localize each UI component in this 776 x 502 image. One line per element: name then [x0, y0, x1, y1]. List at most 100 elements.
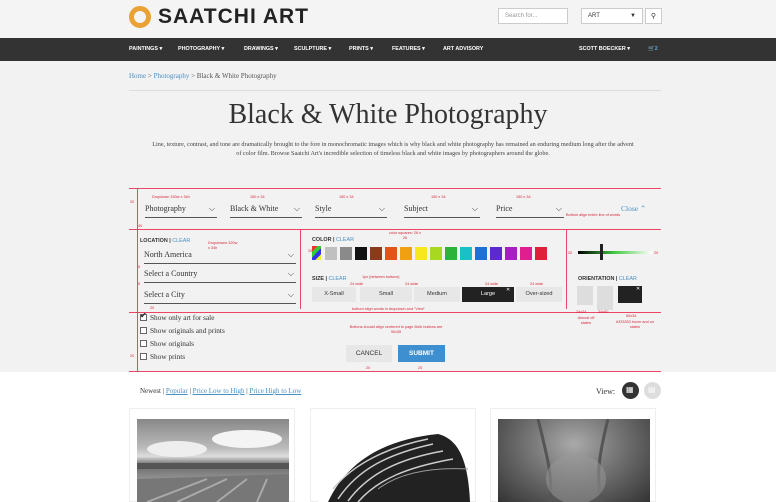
spec-line	[137, 188, 138, 372]
checkbox-prints[interactable]: Show prints	[140, 352, 185, 361]
logo[interactable]: SAATCHI ART	[129, 5, 309, 29]
cart-link[interactable]: 🛒2	[648, 46, 658, 52]
size-xsmall-button[interactable]: X-Small	[312, 287, 356, 302]
size-oversized-button[interactable]: Over-sized	[516, 287, 562, 302]
size-medium-button[interactable]: Medium	[414, 287, 460, 302]
spec-annotation: 20	[150, 306, 155, 310]
color-multi-swatch[interactable]	[312, 246, 321, 260]
chevron-down-icon: ▼	[630, 13, 636, 19]
color-swatch[interactable]	[340, 247, 352, 260]
cart-icon: 🛒	[648, 46, 655, 52]
dropdown-city[interactable]: Select a City ⌵	[144, 290, 296, 304]
checkbox-originals[interactable]: Show originals	[140, 339, 194, 348]
sort-price-low-high[interactable]: Price Low to High	[193, 387, 245, 395]
breadcrumb-sep: >	[147, 72, 152, 80]
location-clear-link[interactable]: CLEAR	[172, 238, 190, 244]
orientation-clear-link[interactable]: CLEAR	[619, 276, 637, 282]
category-select[interactable]: ART ▼	[581, 8, 643, 24]
spec-annotation: 24 wide	[485, 282, 499, 286]
search-button[interactable]: ⚲	[645, 8, 662, 24]
nav-features[interactable]: FEATURES ▾	[392, 46, 425, 52]
spec-annotation: 150 x 34	[431, 195, 446, 199]
spec-annotation: Dropdowns 320w x 34h	[208, 241, 238, 250]
color-swatch[interactable]	[325, 247, 337, 260]
artwork-image-field[interactable]	[137, 419, 289, 502]
color-swatch[interactable]	[400, 247, 412, 260]
page-intro: Line, texture, contrast, and tone are dr…	[152, 141, 634, 157]
breadcrumb-sep: >	[191, 72, 196, 80]
list-icon: ▤	[648, 385, 656, 394]
spec-annotation: 20	[568, 251, 573, 255]
nav-sculpture[interactable]: SCULPTURE ▾	[294, 46, 331, 52]
color-swatch[interactable]	[370, 247, 382, 260]
color-swatch[interactable]	[385, 247, 397, 260]
color-swatch[interactable]	[475, 247, 487, 260]
color-swatch[interactable]	[415, 247, 427, 260]
page-title: Black & White Photography	[228, 99, 548, 130]
submit-button[interactable]: SUBMIT	[398, 345, 445, 362]
checkbox-icon	[140, 340, 147, 347]
spec-annotation: 20	[654, 251, 659, 255]
orientation-portrait-button[interactable]	[597, 286, 613, 310]
sort-newest[interactable]: Newest	[140, 387, 161, 395]
view-label: View:	[596, 387, 616, 396]
size-clear-link[interactable]: CLEAR	[329, 276, 347, 282]
chevron-down-icon: ⌵	[378, 204, 385, 213]
checkbox-icon	[140, 353, 147, 360]
grid-view-button[interactable]: ▦	[622, 382, 639, 399]
checkbox-for-sale[interactable]: Show only art for sale	[140, 311, 214, 322]
color-swatch[interactable]	[520, 247, 532, 260]
close-filters-link[interactable]: Close ⌃	[621, 204, 646, 213]
color-swatch[interactable]	[445, 247, 457, 260]
nav-art-advisory[interactable]: ART ADVISORY	[443, 46, 483, 52]
color-clear-link[interactable]: CLEAR	[336, 237, 354, 243]
remove-orientation-icon[interactable]: ✕	[636, 286, 640, 292]
artwork-image-field-graphic	[137, 430, 289, 502]
spec-annotation: 24 wide	[530, 282, 544, 286]
dropdown-medium[interactable]: Photography ⌵	[145, 204, 217, 218]
checkbox-originals-prints[interactable]: Show originals and prints	[140, 326, 225, 335]
artwork-image-horse-graphic	[328, 434, 470, 502]
nav-drawings[interactable]: DRAWINGS ▾	[244, 46, 278, 52]
spec-annotation: 150 x 34	[339, 195, 354, 199]
color-swatch[interactable]	[355, 247, 367, 260]
spec-annotation: 40	[138, 224, 143, 228]
dropdown-style[interactable]: Style ⌵	[315, 204, 387, 218]
dropdown-subject[interactable]: Subject ⌵	[404, 204, 480, 218]
size-small-button[interactable]: Small	[360, 287, 412, 302]
dropdown-color-type[interactable]: Black & White ⌵	[230, 204, 302, 218]
color-swatch[interactable]	[490, 247, 502, 260]
artwork-image-figure[interactable]	[498, 419, 650, 502]
cancel-button[interactable]: CANCEL	[346, 345, 392, 362]
cart-count: 2	[654, 46, 658, 52]
breadcrumb-home[interactable]: Home	[129, 72, 146, 80]
nav-paintings[interactable]: PAINTINGS ▾	[129, 46, 162, 52]
orientation-square-button[interactable]	[577, 286, 593, 305]
remove-size-icon[interactable]: ✕	[506, 287, 510, 293]
chevron-down-icon: ⌵	[287, 269, 294, 278]
color-swatch[interactable]	[535, 247, 547, 260]
breadcrumb-photography[interactable]: Photography	[154, 72, 190, 80]
user-menu[interactable]: SCOTT BOECKER ▾	[579, 46, 630, 52]
breadcrumb: Home > Photography > Black & White Photo…	[129, 72, 277, 80]
spec-annotation: 24 wide	[405, 282, 419, 286]
chevron-down-icon: ⌵	[208, 204, 215, 213]
sort-price-high-low[interactable]: Price High to Low	[249, 387, 301, 395]
dropdown-price[interactable]: Price ⌵	[496, 204, 564, 218]
list-view-button[interactable]: ▤	[644, 382, 661, 399]
category-select-value: ART	[588, 13, 600, 19]
tone-slider-handle[interactable]	[600, 244, 603, 260]
color-swatch[interactable]	[460, 247, 472, 260]
dropdown-region[interactable]: North America ⌵	[144, 250, 296, 264]
nav-prints[interactable]: PRINTS ▾	[349, 46, 373, 52]
artwork-image-horse[interactable]	[318, 419, 470, 502]
spec-annotation: color squares: 26 x 26	[388, 231, 422, 240]
sort-popular[interactable]: Popular	[166, 387, 188, 395]
chevron-down-icon: ⌵	[293, 204, 300, 213]
nav-photography[interactable]: PHOTOGRAPHY ▾	[178, 46, 224, 52]
search-input[interactable]: Search for...	[498, 8, 568, 24]
tone-slider-track[interactable]	[578, 251, 652, 254]
color-swatch[interactable]	[430, 247, 442, 260]
color-swatch[interactable]	[505, 247, 517, 260]
dropdown-country[interactable]: Select a Country ⌵	[144, 269, 296, 283]
